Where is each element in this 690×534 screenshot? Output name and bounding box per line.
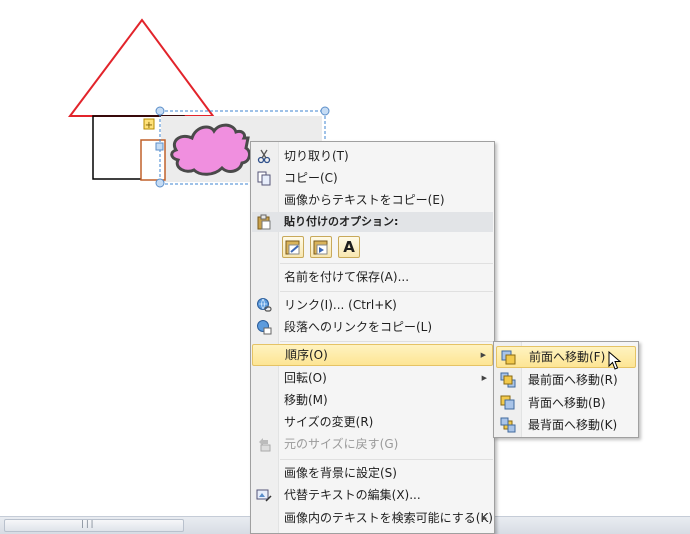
paste-text-only-button[interactable]: A	[338, 236, 360, 258]
menu-item-set-as-background[interactable]: 画像を背景に設定(S)	[252, 462, 493, 484]
menu-item-reset-size: 元のサイズに戻す(G)	[252, 433, 493, 455]
menu-item-label: 代替テキストの編集(X)...	[284, 488, 421, 502]
clipboard-icon	[257, 214, 271, 230]
submenu-item-label: 最前面へ移動(R)	[528, 373, 618, 387]
paste-options-header: 貼り付けのオプション:	[252, 212, 493, 232]
menu-item-label: 段落へのリンクをコピー(L)	[284, 320, 433, 334]
menu-item-label: 画像を背景に設定(S)	[284, 466, 397, 480]
submenu-arrow-icon: ▶	[480, 351, 486, 359]
menu-separator	[280, 291, 493, 292]
menu-item-rotate[interactable]: 回転(O) ▶	[252, 367, 493, 389]
menu-item-label: 切り取り(T)	[284, 149, 349, 163]
menu-item-label: 画像からテキストをコピー(E)	[284, 193, 445, 207]
paste-keep-formatting-button[interactable]	[282, 236, 304, 258]
hyperlink-icon	[257, 298, 272, 312]
bring-forward-icon	[501, 350, 516, 365]
mouse-cursor-icon	[608, 351, 622, 370]
submenu-item-label: 前面へ移動(F)	[529, 350, 606, 364]
menu-item-cut[interactable]: 切り取り(T)	[252, 145, 493, 167]
menu-item-label: 順序(O)	[285, 348, 328, 362]
resize-handle-bottom-left[interactable]	[155, 178, 165, 188]
menu-item-edit-alt-text[interactable]: 代替テキストの編集(X)...	[252, 484, 493, 506]
submenu-item-bring-to-front[interactable]: 最前面へ移動(R)	[496, 369, 636, 391]
submenu-item-send-to-back[interactable]: 最背面へ移動(K)	[496, 414, 636, 436]
submenu-item-send-backward[interactable]: 背面へ移動(B)	[496, 392, 636, 414]
menu-item-label: 回転(O)	[284, 371, 327, 385]
menu-item-move[interactable]: 移動(M)	[252, 389, 493, 411]
menu-separator	[280, 263, 493, 264]
triangle-shape[interactable]	[68, 18, 215, 117]
submenu-arrow-icon: ▶	[481, 514, 487, 522]
submenu-item-label: 最背面へ移動(K)	[528, 418, 618, 432]
menu-item-label: 画像内のテキストを検索可能にする(K)	[284, 511, 493, 525]
paste-options-label: 貼り付けのオプション:	[284, 215, 399, 228]
send-backward-icon	[500, 395, 515, 410]
alt-text-icon	[256, 489, 272, 502]
menu-item-copy[interactable]: コピー(C)	[252, 167, 493, 189]
menu-item-copy-text-from-image[interactable]: 画像からテキストをコピー(E)	[252, 189, 493, 211]
link-copy-icon	[257, 320, 272, 335]
send-to-back-icon	[500, 417, 516, 433]
menu-item-copy-paragraph-link[interactable]: 段落へのリンクをコピー(L)	[252, 316, 493, 338]
menu-item-resize[interactable]: サイズの変更(R)	[252, 411, 493, 433]
menu-item-label: 名前を付けて保存(A)...	[284, 270, 410, 284]
menu-item-order[interactable]: 順序(O) ▶	[252, 344, 493, 366]
resize-handle-top-right[interactable]	[320, 106, 330, 116]
menu-item-label: 元のサイズに戻す(G)	[284, 437, 399, 451]
menu-item-save-as[interactable]: 名前を付けて保存(A)...	[252, 266, 493, 288]
resize-handle-left-middle[interactable]	[155, 142, 164, 151]
resize-handle-top-left[interactable]	[155, 106, 165, 116]
menu-separator	[280, 459, 493, 460]
scissors-icon	[257, 149, 271, 164]
copy-icon	[257, 171, 271, 186]
text-only-icon: A	[343, 238, 355, 256]
scrollbar-grip-icon: |||	[80, 519, 95, 528]
paste-merge-formatting-button[interactable]	[310, 236, 332, 258]
menu-item-link[interactable]: リンク(I)... (Ctrl+K)	[252, 294, 493, 316]
menu-separator	[280, 341, 493, 342]
reset-size-icon	[259, 438, 271, 452]
menu-item-make-text-searchable[interactable]: 画像内のテキストを検索可能にする(K) ▶	[252, 507, 493, 529]
menu-item-label: サイズの変更(R)	[284, 415, 374, 429]
menu-item-label: リンク(I)... (Ctrl+K)	[284, 298, 397, 312]
menu-item-label: コピー(C)	[284, 171, 338, 185]
anchor-plus-glyph: +	[145, 120, 153, 131]
submenu-item-label: 背面へ移動(B)	[528, 396, 606, 410]
merge-formatting-icon	[313, 240, 328, 255]
bring-to-front-icon	[500, 372, 516, 388]
keep-formatting-icon	[285, 240, 300, 255]
menu-item-label: 移動(M)	[284, 393, 328, 407]
submenu-arrow-icon: ▶	[481, 374, 487, 382]
